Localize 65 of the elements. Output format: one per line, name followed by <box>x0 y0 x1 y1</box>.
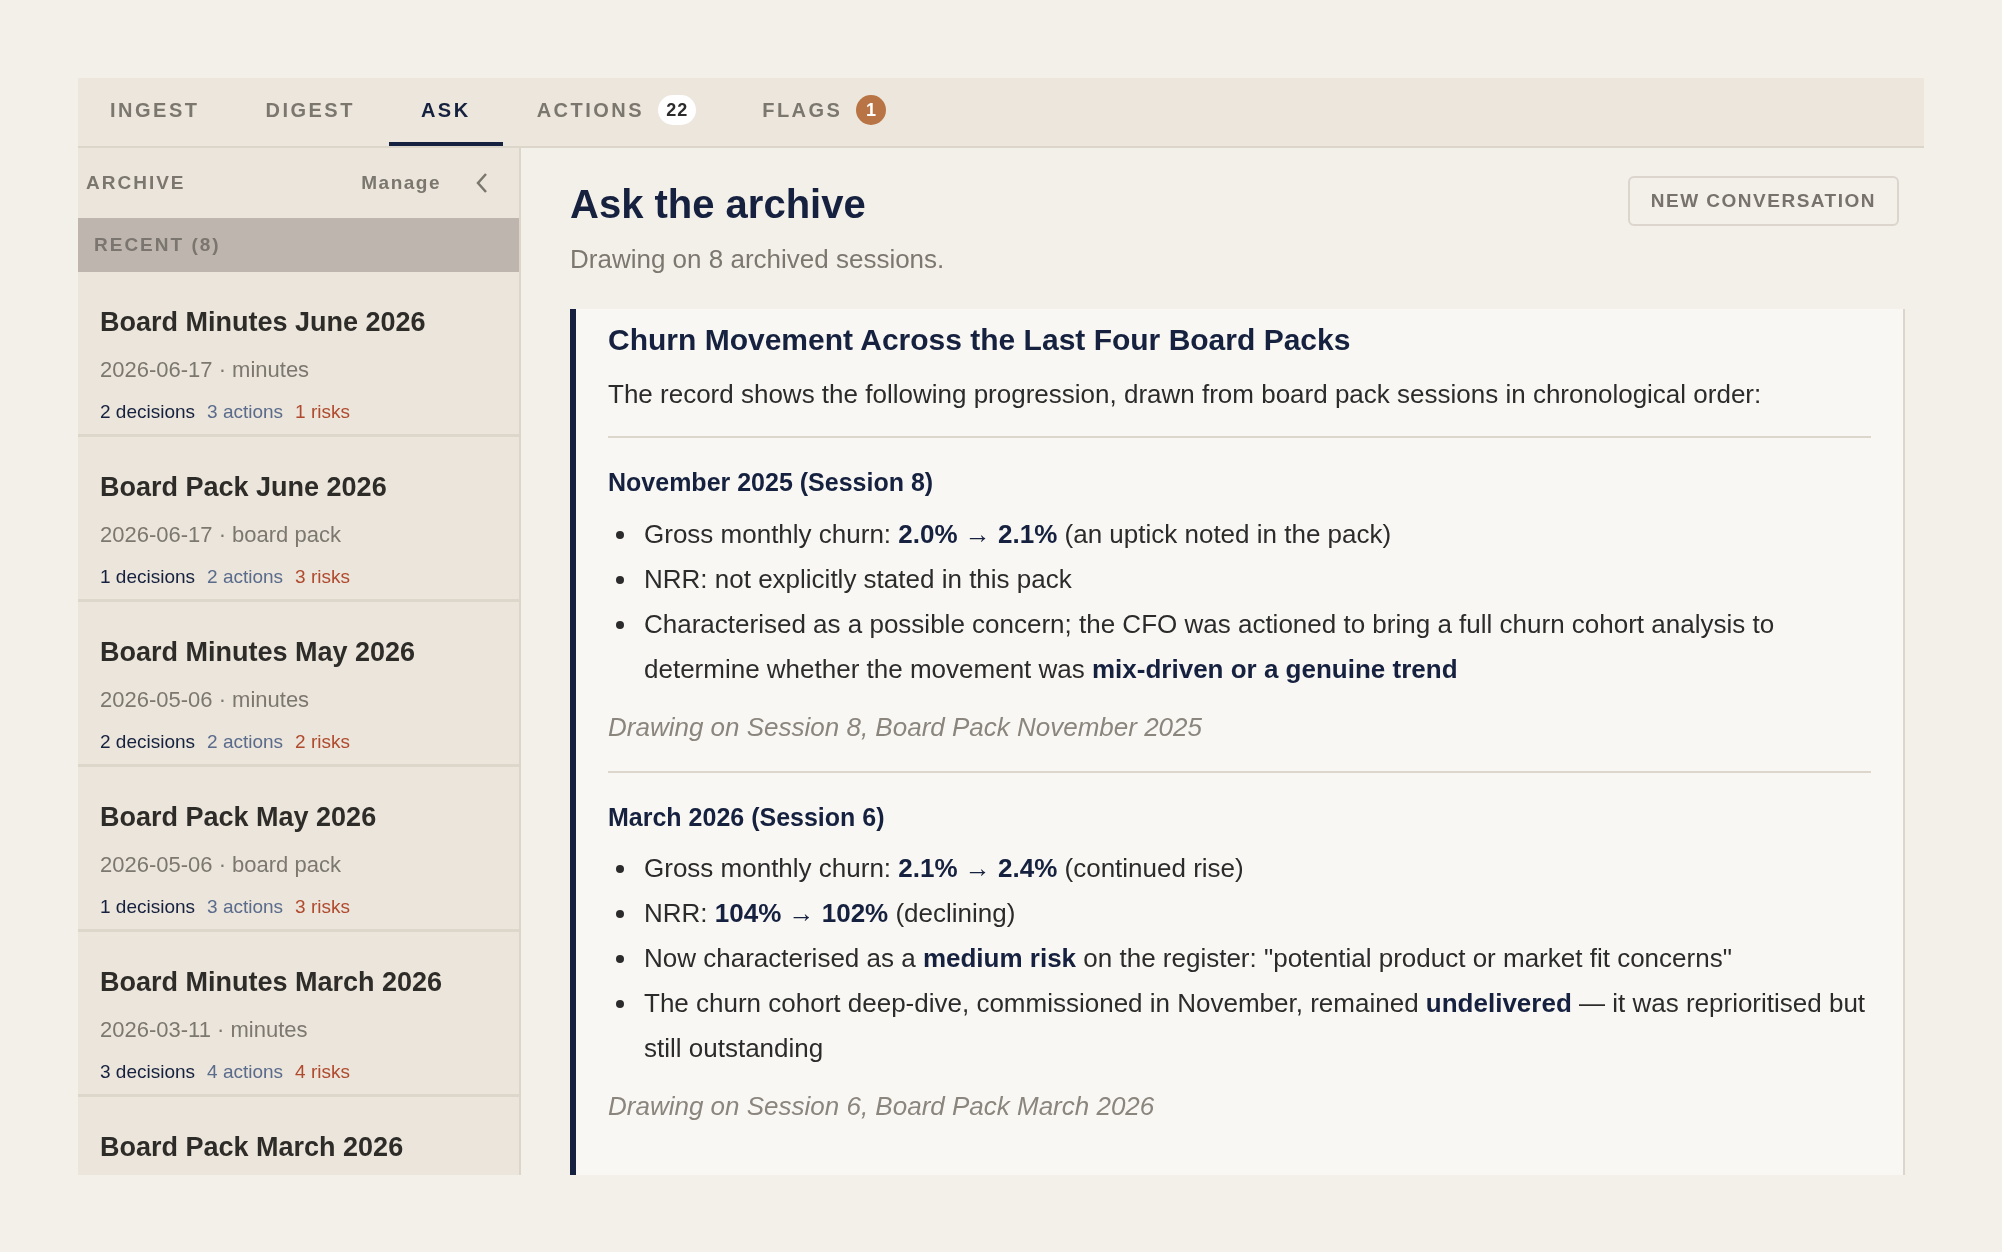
session-item[interactable]: Board Pack May 2026 2026-05-06 · board pack 1 decisions 3 actions 3 risks <box>78 767 519 932</box>
decision-count: 1 decisions <box>100 894 196 919</box>
group-header: RECENT (8) <box>78 218 519 272</box>
collapse-icon[interactable] <box>475 172 489 194</box>
session-item[interactable]: Board Minutes March 2026 2026-03-11 · minutes 3 decisions 4 actions 4 risks <box>78 932 519 1097</box>
bullet-text: Gross monthly churn: 2.0% → 2.1% (an uptick noted in the pack) <box>644 517 1392 551</box>
bullet-text: Gross monthly churn: 2.1% → 2.4% (continued rise) <box>644 852 1244 886</box>
session-title: Board Minutes May 2026 <box>100 636 417 669</box>
decision-count: 3 decisions <box>100 1059 196 1084</box>
decision-count: 1 decisions <box>100 564 196 589</box>
tab[interactable]: ACTIONS 22 <box>504 78 729 146</box>
bullet-icon <box>616 575 624 584</box>
session-title: Board Minutes March 2026 <box>100 966 444 999</box>
session-meta: 2026-05-06 · minutes <box>100 685 311 714</box>
bullet-text: The churn cohort deep-dive, commissioned in November, remained undelivered — it was reprioritised but still outstanding <box>644 987 1867 1066</box>
decision-count: 2 decisions <box>100 729 196 754</box>
answer-intro: The record shows the following progression, drawn from board pack sessions in chronological order: <box>608 378 1763 411</box>
bullet-icon <box>616 530 624 539</box>
manage-button[interactable]: Manage <box>361 168 441 198</box>
session-title: Board Pack June 2026 <box>100 471 388 504</box>
count-badge: 22 <box>658 95 697 125</box>
risk-count: 2 risks <box>295 729 350 754</box>
session-meta: 2026-06-17 · board pack <box>100 520 342 549</box>
count-badge: 1 <box>856 95 887 125</box>
new-conversation-button[interactable]: NEW CONVERSATION <box>1627 176 1899 226</box>
page-title: Ask the archive <box>570 181 867 228</box>
action-count: 3 actions <box>207 894 284 919</box>
bullet-icon <box>616 910 624 919</box>
sidebar-title: ARCHIVE <box>86 170 186 195</box>
session-meta: 2026-06-17 · minutes <box>100 355 311 384</box>
bullet-text: NRR: not explicitly stated in this pack <box>644 562 1072 596</box>
tab[interactable]: DIGEST <box>233 78 387 146</box>
decision-count: 2 decisions <box>100 399 196 424</box>
risk-count: 3 risks <box>295 894 350 919</box>
action-count: 3 actions <box>207 399 284 424</box>
page-subtitle: Drawing on 8 archived sessions. <box>570 243 945 276</box>
section-heading: November 2025 (Session 8) <box>608 467 935 499</box>
risk-count: 3 risks <box>295 564 350 589</box>
session-item[interactable]: Board Minutes June 2026 2026-06-17 · minutes 2 decisions 3 actions 1 risks <box>78 272 519 437</box>
action-count: 2 actions <box>207 729 284 754</box>
session-title: Board Pack May 2026 <box>100 801 378 834</box>
bullet-text: NRR: 104% → 102% (declining) <box>644 897 1016 931</box>
bullet-text: Now characterised as a medium risk on the register: "potential product or market fit concerns" <box>644 942 1732 976</box>
session-title: Board Minutes June 2026 <box>100 306 427 339</box>
bullet-text: Characterised as a possible concern; the CFO was actioned to bring a full churn cohort analysis to determine whether the movement was mix-driven or a genuine trend <box>644 607 1776 686</box>
bullet-icon <box>616 620 624 629</box>
session-item[interactable]: Board Pack June 2026 2026-06-17 · board pack 1 decisions 2 actions 3 risks <box>78 437 519 602</box>
session-item[interactable]: Board Minutes May 2026 2026-05-06 · minutes 2 decisions 2 actions 2 risks <box>78 602 519 767</box>
section-heading: March 2026 (Session 6) <box>608 801 886 833</box>
session-meta: 2026-03-11 · minutes <box>100 1015 309 1044</box>
tab[interactable]: INGEST <box>78 78 232 146</box>
tab[interactable]: FLAGS 1 <box>730 78 919 146</box>
session-meta: 2026-05-06 · board pack <box>100 850 342 879</box>
risk-count: 4 risks <box>295 1059 350 1084</box>
answer-title: Churn Movement Across the Last Four Board Packs <box>608 322 1352 358</box>
risk-count: 1 risks <box>295 399 350 424</box>
source-citation: Drawing on Session 6, Board Pack March 2026 <box>608 1090 1156 1124</box>
session-item[interactable]: Board Pack March 2026 <box>78 1097 519 1175</box>
action-count: 2 actions <box>207 564 284 589</box>
bullet-icon <box>616 1000 624 1009</box>
bullet-icon <box>616 955 624 964</box>
bullet-icon <box>616 865 624 874</box>
action-count: 4 actions <box>207 1059 284 1084</box>
source-citation: Drawing on Session 8, Board Pack November 2025 <box>608 710 1203 744</box>
session-title: Board Pack March 2026 <box>100 1131 405 1164</box>
